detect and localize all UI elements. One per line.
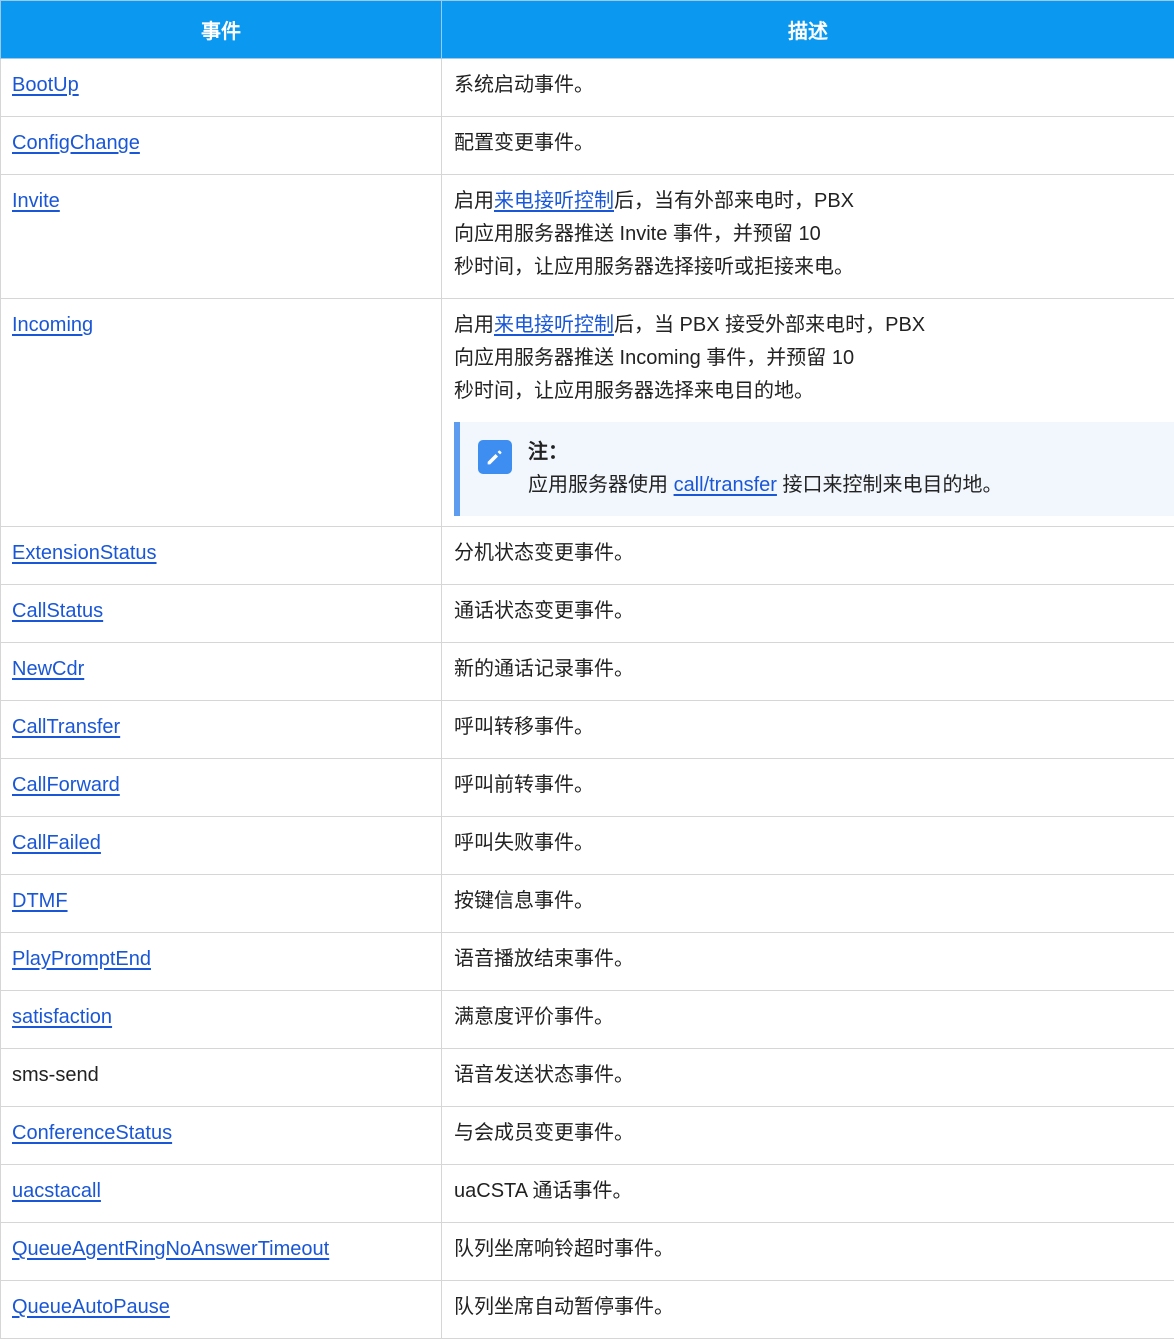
event-description: 满意度评价事件。 bbox=[442, 991, 1174, 1049]
description-line: 向应用服务器推送 Incoming 事件，并预留 10 bbox=[454, 342, 1163, 375]
call-answer-control-link[interactable]: 来电接听控制 bbox=[494, 190, 614, 212]
event-link-uacstacall[interactable]: uacstacall bbox=[12, 1180, 101, 1202]
edit-icon bbox=[478, 440, 512, 474]
event-description: 按键信息事件。 bbox=[442, 875, 1174, 933]
event-description: 队列坐席自动暂停事件。 bbox=[442, 1281, 1174, 1339]
table-row: sms-send 语音发送状态事件。 bbox=[1, 1049, 1174, 1107]
header-event: 事件 bbox=[1, 1, 442, 59]
event-link-callstatus[interactable]: CallStatus bbox=[12, 600, 103, 622]
event-description: 语音播放结束事件。 bbox=[442, 933, 1174, 991]
event-description: 通话状态变更事件。 bbox=[442, 585, 1174, 643]
event-description: 呼叫转移事件。 bbox=[442, 701, 1174, 759]
event-description: 系统启动事件。 bbox=[442, 59, 1174, 117]
table-row: QueueAutoPause 队列坐席自动暂停事件。 bbox=[1, 1281, 1174, 1339]
note-title: 注： bbox=[528, 436, 1003, 469]
table-row: CallStatus 通话状态变更事件。 bbox=[1, 585, 1174, 643]
call-answer-control-link[interactable]: 来电接听控制 bbox=[494, 314, 614, 336]
event-link-queueautopause[interactable]: QueueAutoPause bbox=[12, 1296, 170, 1318]
table-row: satisfaction 满意度评价事件。 bbox=[1, 991, 1174, 1049]
description-line: 启用来电接听控制后，当有外部来电时，PBX bbox=[454, 185, 1163, 218]
text-segment: 后，当有外部来电时，PBX bbox=[614, 190, 854, 212]
event-link-bootup[interactable]: BootUp bbox=[12, 74, 79, 96]
event-link-conferencestatus[interactable]: ConferenceStatus bbox=[12, 1122, 172, 1144]
event-description: 配置变更事件。 bbox=[442, 117, 1174, 175]
table-row: DTMF 按键信息事件。 bbox=[1, 875, 1174, 933]
text-segment: 启用 bbox=[454, 190, 494, 212]
text-segment: 后，当 PBX 接受外部来电时，PBX bbox=[614, 314, 925, 336]
description-line: 秒时间，让应用服务器选择来电目的地。 bbox=[454, 375, 1163, 408]
event-link-satisfaction[interactable]: satisfaction bbox=[12, 1006, 112, 1028]
event-link-callforward[interactable]: CallForward bbox=[12, 774, 120, 796]
events-table: 事件 描述 BootUp 系统启动事件。 ConfigChange 配置变更事件… bbox=[0, 0, 1174, 1339]
text-segment: 启用 bbox=[454, 314, 494, 336]
header-description: 描述 bbox=[442, 1, 1174, 59]
event-link-configchange[interactable]: ConfigChange bbox=[12, 132, 140, 154]
table-row: CallFailed 呼叫失败事件。 bbox=[1, 817, 1174, 875]
note-box: 注： 应用服务器使用 call/transfer 接口来控制来电目的地。 bbox=[454, 422, 1174, 516]
text-segment: 应用服务器使用 bbox=[528, 474, 674, 496]
event-description: 启用来电接听控制后，当 PBX 接受外部来电时，PBX 向应用服务器推送 Inc… bbox=[442, 299, 1174, 527]
event-name: sms-send bbox=[1, 1049, 442, 1107]
event-link-queueagentringnoanswertimeout[interactable]: QueueAgentRingNoAnswerTimeout bbox=[12, 1238, 329, 1260]
event-description: 启用来电接听控制后，当有外部来电时，PBX 向应用服务器推送 Invite 事件… bbox=[442, 175, 1174, 299]
event-link-calltransfer[interactable]: CallTransfer bbox=[12, 716, 120, 738]
table-row: uacstacall uaCSTA 通话事件。 bbox=[1, 1165, 1174, 1223]
table-row: ConferenceStatus 与会成员变更事件。 bbox=[1, 1107, 1174, 1165]
table-row: QueueAgentRingNoAnswerTimeout 队列坐席响铃超时事件… bbox=[1, 1223, 1174, 1281]
table-row: PlayPromptEnd 语音播放结束事件。 bbox=[1, 933, 1174, 991]
description-line: 启用来电接听控制后，当 PBX 接受外部来电时，PBX bbox=[454, 309, 1163, 342]
event-description: 呼叫失败事件。 bbox=[442, 817, 1174, 875]
event-link-dtmf[interactable]: DTMF bbox=[12, 890, 68, 912]
table-row: Incoming 启用来电接听控制后，当 PBX 接受外部来电时，PBX 向应用… bbox=[1, 299, 1174, 527]
event-link-extensionstatus[interactable]: ExtensionStatus bbox=[12, 542, 157, 564]
description-line: 秒时间，让应用服务器选择接听或拒接来电。 bbox=[454, 251, 1163, 284]
event-description: uaCSTA 通话事件。 bbox=[442, 1165, 1174, 1223]
event-link-incoming[interactable]: Incoming bbox=[12, 314, 93, 336]
table-row: BootUp 系统启动事件。 bbox=[1, 59, 1174, 117]
event-link-invite[interactable]: Invite bbox=[12, 190, 60, 212]
event-description: 语音发送状态事件。 bbox=[442, 1049, 1174, 1107]
table-row: Invite 启用来电接听控制后，当有外部来电时，PBX 向应用服务器推送 In… bbox=[1, 175, 1174, 299]
event-description: 分机状态变更事件。 bbox=[442, 527, 1174, 585]
event-description: 呼叫前转事件。 bbox=[442, 759, 1174, 817]
table-row: CallForward 呼叫前转事件。 bbox=[1, 759, 1174, 817]
description-line: 向应用服务器推送 Invite 事件，并预留 10 bbox=[454, 218, 1163, 251]
event-link-callfailed[interactable]: CallFailed bbox=[12, 832, 101, 854]
call-transfer-link[interactable]: call/transfer bbox=[674, 474, 777, 496]
event-description: 新的通话记录事件。 bbox=[442, 643, 1174, 701]
event-description: 队列坐席响铃超时事件。 bbox=[442, 1223, 1174, 1281]
table-row: CallTransfer 呼叫转移事件。 bbox=[1, 701, 1174, 759]
table-row: ExtensionStatus 分机状态变更事件。 bbox=[1, 527, 1174, 585]
table-row: NewCdr 新的通话记录事件。 bbox=[1, 643, 1174, 701]
note-text: 应用服务器使用 call/transfer 接口来控制来电目的地。 bbox=[528, 469, 1003, 502]
event-link-playpromptend[interactable]: PlayPromptEnd bbox=[12, 948, 151, 970]
note-content: 注： 应用服务器使用 call/transfer 接口来控制来电目的地。 bbox=[528, 436, 1003, 502]
event-description: 与会成员变更事件。 bbox=[442, 1107, 1174, 1165]
text-segment: 接口来控制来电目的地。 bbox=[777, 474, 1003, 496]
event-link-newcdr[interactable]: NewCdr bbox=[12, 658, 84, 680]
table-row: ConfigChange 配置变更事件。 bbox=[1, 117, 1174, 175]
